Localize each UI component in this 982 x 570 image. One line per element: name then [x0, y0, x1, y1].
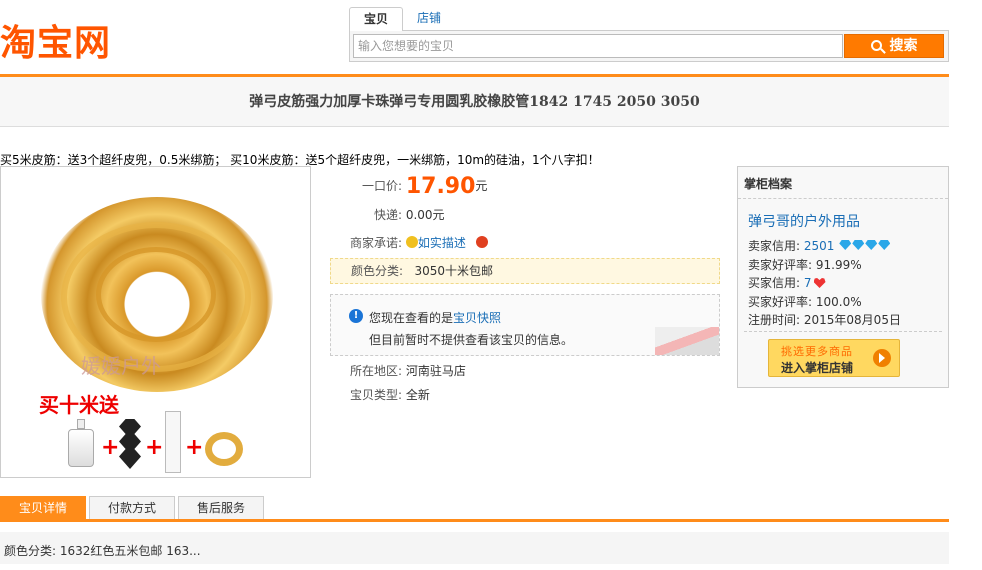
diamond-rating-icon: [838, 239, 891, 253]
buyer-credit-label: 买家信用:: [748, 276, 801, 290]
price-label: 一口价:: [361, 179, 402, 193]
snapshot-notice: ! 您现在查看的是宝贝快照 但目前暂时不提供查看该宝贝的信息。: [330, 294, 720, 356]
seller-credit-value[interactable]: 2501: [804, 239, 835, 253]
arrow-right-icon: [873, 349, 891, 367]
image-caption: 买十米送: [39, 393, 119, 417]
search-area: 宝贝 店铺 输入您想要的宝贝 搜索: [349, 7, 949, 63]
color-option-row: 颜色分类: 3050十米包邮: [330, 258, 720, 284]
location-value: 河南驻马店: [405, 364, 466, 378]
location-label: 所在地区:: [349, 364, 402, 378]
enter-shop-line1: 挑选更多商品: [781, 345, 853, 358]
seller-rate-value: 91.99%: [815, 258, 862, 272]
detail-summary: 颜色分类: 1632红色五米包邮 163...: [0, 532, 949, 564]
kit-band: [165, 411, 181, 473]
color-label: 颜色分类:: [350, 264, 403, 278]
type-label: 宝贝类型:: [349, 388, 402, 402]
search-tab-items[interactable]: 宝贝: [349, 7, 404, 31]
promise-link[interactable]: 如实描述: [418, 236, 466, 250]
reg-value: 2015年08月05日: [803, 313, 901, 327]
shipping-label: 快递:: [373, 208, 402, 222]
product-image[interactable]: 媛媛户外 买十米送 + + +: [0, 166, 311, 478]
tab-item-details[interactable]: 宝贝详情: [0, 496, 86, 519]
tab-after-sales[interactable]: 售后服务: [178, 496, 264, 519]
seller-rate-label: 卖家好评率:: [748, 258, 813, 272]
shipping-value: 0.00元: [405, 208, 445, 222]
kit-tube: [205, 432, 243, 466]
enter-shop-button[interactable]: 挑选更多商品 进入掌柜店铺: [768, 339, 900, 377]
type-value: 全新: [405, 388, 430, 402]
promise-badge-icon: [405, 236, 418, 248]
promise-label: 商家承诺:: [349, 236, 402, 250]
heart-rating-icon: [813, 278, 826, 288]
seller-credit-label: 卖家信用:: [748, 239, 801, 253]
buyer-credit-value[interactable]: 7: [804, 276, 812, 290]
buyer-rate-label: 买家好评率:: [748, 295, 813, 309]
search-tabs: 宝贝 店铺: [349, 7, 455, 31]
seller-heading: 掌柜档案: [738, 167, 948, 199]
kit-bottle: [65, 419, 97, 469]
info-icon: !: [349, 309, 363, 323]
tab-payment[interactable]: 付款方式: [89, 496, 175, 519]
snapshot-link[interactable]: 宝贝快照: [453, 311, 501, 325]
search-input[interactable]: 输入您想要的宝贝: [353, 34, 843, 58]
price-unit: 元: [475, 179, 488, 193]
image-watermark: 媛媛户外: [81, 354, 161, 378]
notice-line2: 但目前暂时不提供查看该宝贝的信息。: [369, 333, 574, 347]
product-title: 弹弓皮筋强力加厚卡珠弹弓专用圆乳胶橡胶管1842 1745 2050 3050: [0, 77, 949, 127]
detail-tabs: 宝贝详情 付款方式 售后服务: [0, 496, 949, 522]
guarantee-icon: [475, 236, 488, 248]
reg-label: 注册时间:: [748, 313, 801, 327]
search-tab-shops[interactable]: 店铺: [403, 7, 455, 31]
seller-panel: 掌柜档案 弹弓哥的户外用品 卖家信用: 2501 卖家好评率: 91.99% 买…: [737, 166, 949, 388]
search-icon: [870, 40, 882, 51]
price-value: 17.90: [405, 174, 476, 199]
search-box: 输入您想要的宝贝 搜索: [349, 30, 949, 62]
search-button-label: 搜索: [889, 38, 918, 54]
enter-shop-line2: 进入掌柜店铺: [781, 361, 854, 375]
taobao-logo[interactable]: 淘宝网: [0, 14, 111, 66]
search-button[interactable]: 搜索: [844, 34, 944, 58]
shop-name-link[interactable]: 弹弓哥的户外用品: [748, 211, 860, 231]
kit-pouch: [119, 419, 141, 469]
color-value[interactable]: 3050十米包邮: [414, 264, 493, 278]
notice-prefix: 您现在查看的是: [369, 311, 454, 325]
pencil-eraser-icon: [655, 327, 719, 355]
buyer-rate-value: 100.0%: [815, 295, 862, 309]
